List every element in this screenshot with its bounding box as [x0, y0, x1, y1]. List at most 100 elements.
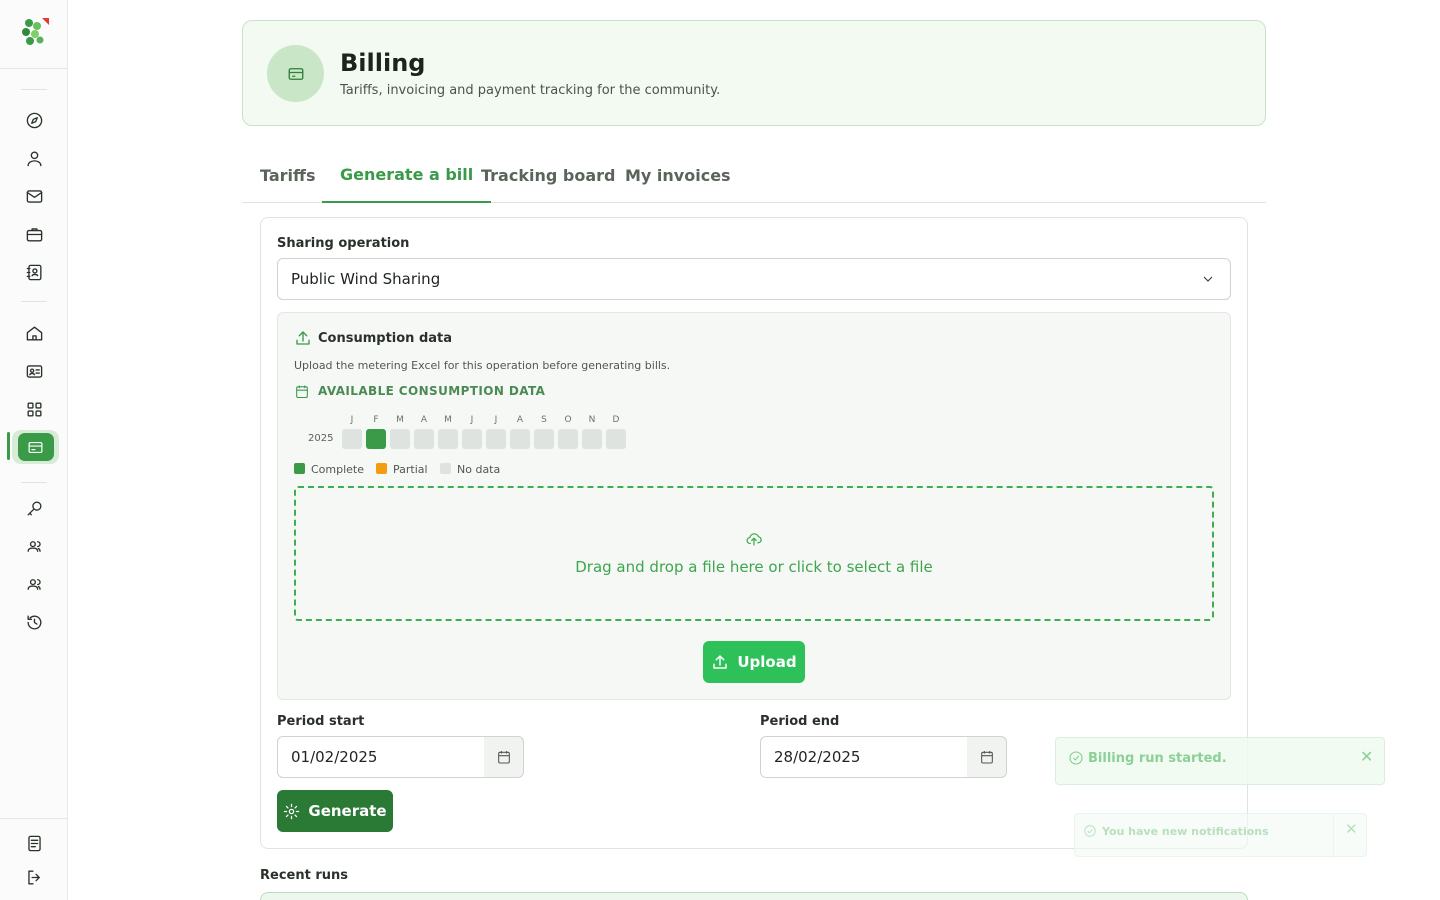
footer-divider	[0, 818, 67, 819]
home-icon	[26, 325, 42, 341]
available-data-label: AVAILABLE CONSUMPTION DATA	[318, 384, 546, 398]
nav-messages[interactable]	[16, 180, 52, 212]
mail-icon	[26, 189, 42, 203]
dropzone-text: Drag and drop a file here or click to se…	[575, 558, 933, 576]
page-title: Billing	[340, 49, 426, 77]
nav-members[interactable]	[16, 355, 52, 387]
upload-button-label: Upload	[737, 653, 797, 671]
logo-divider	[0, 68, 67, 69]
consumption-title: Consumption data	[318, 331, 453, 346]
billing-card-icon	[28, 441, 43, 453]
billing-header-icon	[267, 45, 324, 102]
app-logo[interactable]	[18, 14, 52, 50]
toast-message: Billing run started.	[1088, 751, 1227, 766]
toast-message: You have new notifications	[1102, 825, 1269, 838]
cloud-upload-icon	[745, 530, 763, 548]
key-icon	[26, 500, 42, 516]
nav-logout[interactable]	[16, 861, 52, 893]
toast-billing-started: Billing run started. ✕	[1055, 737, 1385, 785]
sharing-operation-select[interactable]: Public Wind Sharing	[277, 258, 1231, 300]
month-letter: O	[564, 415, 572, 425]
nav-users[interactable]	[16, 530, 52, 562]
calendar-icon	[294, 383, 310, 400]
users-icon	[26, 540, 41, 552]
nav-docs[interactable]	[16, 827, 52, 859]
chevron-down-icon	[1200, 271, 1216, 287]
nav-access[interactable]	[16, 492, 52, 524]
period-start-label: Period start	[277, 714, 365, 729]
legend-complete-swatch	[294, 463, 305, 474]
divider	[21, 482, 47, 483]
document-icon	[27, 835, 41, 851]
nav-history[interactable]	[16, 606, 52, 638]
divider	[21, 89, 47, 90]
period-end-calendar-button[interactable]	[967, 736, 1007, 778]
divider	[21, 301, 47, 302]
period-end-input[interactable]: 28/02/2025	[760, 736, 968, 778]
history-icon	[26, 614, 41, 630]
month-letter: J	[470, 415, 474, 425]
id-card-icon	[26, 364, 42, 378]
generate-button[interactable]: Generate	[277, 790, 393, 832]
upload-icon	[713, 655, 728, 669]
sidebar	[0, 0, 68, 900]
month-cell[interactable]	[366, 429, 386, 449]
month-cell[interactable]	[606, 429, 626, 449]
check-circle-icon	[1083, 823, 1097, 837]
month-cell[interactable]	[438, 429, 458, 449]
logout-icon	[27, 869, 40, 885]
active-indicator	[7, 432, 10, 460]
upload-icon	[294, 329, 312, 347]
calendar-icon	[980, 751, 993, 764]
legend-complete: Complete	[311, 463, 365, 476]
check-circle-icon	[1068, 750, 1084, 766]
close-icon[interactable]: ✕	[1360, 747, 1373, 766]
month-cell[interactable]	[462, 429, 482, 449]
month-cell[interactable]	[342, 429, 362, 449]
legend-partial: Partial	[393, 463, 428, 476]
legend-nodata-swatch	[440, 463, 451, 474]
month-cell[interactable]	[582, 429, 602, 449]
period-start-calendar-button[interactable]	[484, 736, 524, 778]
month-cell[interactable]	[534, 429, 554, 449]
toast-notifications: You have new notifications ✕	[1074, 813, 1367, 858]
grid-icon	[26, 401, 42, 417]
month-letter: J	[350, 415, 354, 425]
month-letter: N	[588, 415, 596, 425]
generate-button-label: Generate	[308, 802, 387, 820]
nav-teams[interactable]	[16, 568, 52, 600]
tab-my-invoices[interactable]: My invoices	[607, 148, 749, 203]
nav-billing[interactable]	[12, 430, 59, 464]
nav-apps[interactable]	[16, 393, 52, 425]
legend-nodata: No data	[457, 463, 501, 476]
month-cell[interactable]	[390, 429, 410, 449]
month-cell[interactable]	[510, 429, 530, 449]
month-letter: F	[373, 415, 379, 425]
period-start-input[interactable]: 01/02/2025	[277, 736, 485, 778]
month-cell[interactable]	[486, 429, 506, 449]
consumption-description: Upload the metering Excel for this opera…	[294, 359, 671, 372]
team-icon	[26, 578, 41, 590]
month-letter: A	[516, 415, 524, 425]
nav-profile[interactable]	[16, 142, 52, 174]
nav-home[interactable]	[16, 317, 52, 349]
page-subtitle: Tariffs, invoicing and payment tracking …	[340, 83, 721, 98]
nav-jobs[interactable]	[16, 218, 52, 250]
sharing-operation-label: Sharing operation	[277, 236, 410, 251]
nav-contacts[interactable]	[16, 256, 52, 288]
upload-button[interactable]: Upload	[703, 641, 805, 683]
page-header: Billing Tariffs, invoicing and payment t…	[242, 20, 1266, 126]
recent-run-card[interactable]	[260, 892, 1248, 900]
user-icon	[26, 150, 42, 166]
recent-runs-label: Recent runs	[260, 868, 349, 883]
tab-tariffs[interactable]: Tariffs	[242, 148, 334, 203]
month-cell[interactable]	[414, 429, 434, 449]
legend-partial-swatch	[376, 463, 387, 474]
year-label: 2025	[308, 433, 334, 444]
file-dropzone[interactable]	[294, 486, 1214, 621]
nav-explore[interactable]	[16, 104, 52, 136]
close-icon[interactable]: ✕	[1345, 820, 1358, 838]
calendar-icon	[497, 751, 510, 764]
month-cell[interactable]	[558, 429, 578, 449]
tab-bar: Tariffs Generate a bill Tracking board M…	[242, 148, 1266, 203]
